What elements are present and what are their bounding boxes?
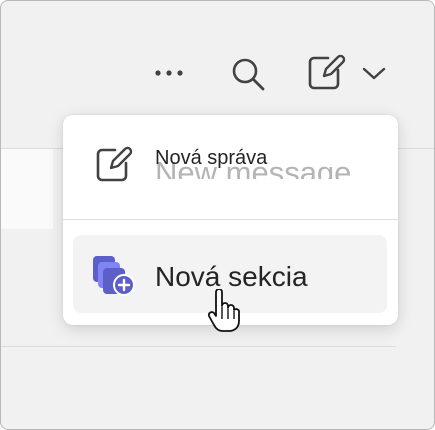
- hand-pointer-icon: [207, 289, 240, 332]
- new-section-icon: [93, 256, 135, 296]
- compose-icon: [308, 54, 346, 90]
- menu-item-label: Nová správa: [155, 147, 268, 169]
- new-message-button[interactable]: [305, 53, 347, 93]
- background-divider: [1, 346, 396, 347]
- menu-item-new-message[interactable]: New message Nová správa: [63, 115, 398, 215]
- new-dropdown-button[interactable]: [359, 59, 389, 89]
- chevron-down-icon: [362, 67, 386, 80]
- app-window: New message Nová správa Nová sekcia: [0, 0, 435, 430]
- search-button[interactable]: [227, 53, 269, 95]
- compose-icon: [96, 146, 133, 182]
- more-options-button[interactable]: [149, 57, 189, 89]
- more-horizontal-icon: [155, 70, 183, 76]
- search-icon: [232, 58, 265, 91]
- menu-divider: [63, 219, 398, 220]
- background-panel: [1, 149, 53, 229]
